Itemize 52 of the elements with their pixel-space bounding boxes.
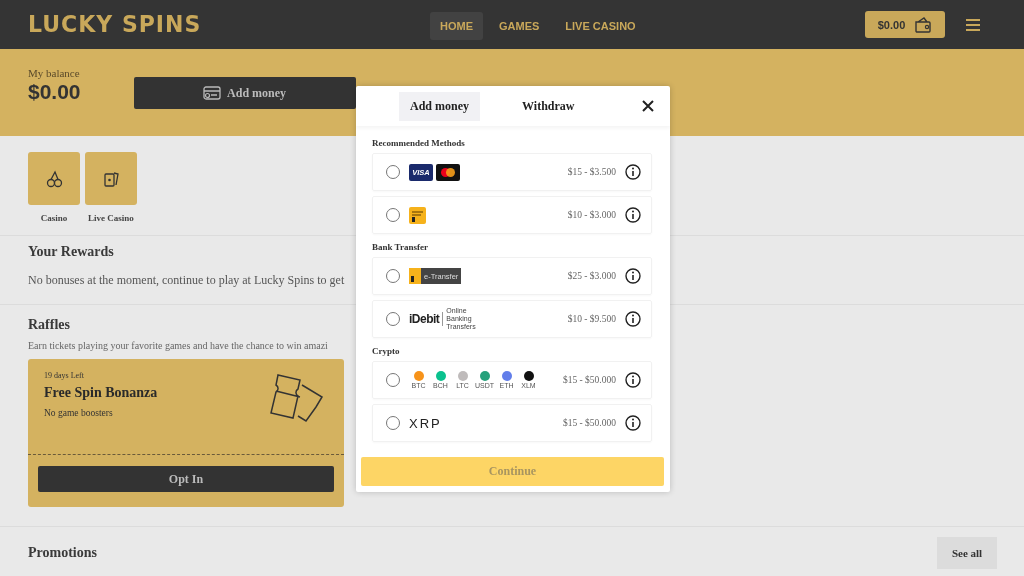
bank-logo-icon (409, 268, 421, 284)
bank-logo-icon (409, 206, 426, 224)
balance-amount: $0.00 (28, 80, 81, 104)
balance-label: My balance (28, 67, 80, 79)
days-left: 19 days Left (44, 371, 84, 380)
info-icon (625, 372, 641, 388)
payment-method-row[interactable]: XRP $15 - $50.000 (372, 404, 652, 442)
category-tile[interactable] (85, 152, 137, 205)
opt-in-button[interactable]: Opt In (38, 466, 334, 492)
boosters-text: No game boosters (44, 408, 113, 418)
category-label: Casino (40, 213, 68, 223)
add-money-button[interactable]: Add money (133, 77, 356, 109)
amount-range: $10 - $3.000 (567, 210, 616, 220)
nav-link[interactable]: GAMES (489, 12, 550, 40)
overlapping-circles-icon (436, 163, 460, 181)
amount-range: $25 - $3.000 (567, 271, 616, 281)
info-icon (625, 415, 641, 431)
section-title: Your Rewards (28, 244, 114, 260)
cherries-icon (45, 169, 63, 188)
coin-logo: XRP (409, 415, 442, 431)
category-label: Live Casino (88, 213, 134, 223)
amount-range: $15 - $3.500 (567, 167, 616, 177)
dialog-tab[interactable]: Withdraw (492, 91, 605, 121)
info-icon (625, 268, 641, 284)
section-heading: Crypto (372, 346, 401, 356)
site-logo[interactable]: LUCKY SPINS (28, 11, 428, 38)
see-all-button[interactable]: See all (937, 537, 997, 569)
amount-range: $15 - $50.000 (562, 418, 616, 428)
menu-icon (965, 17, 981, 32)
amount-range: $15 - $50.000 (562, 375, 616, 385)
wallet-icon (914, 16, 933, 33)
info-icon (625, 164, 641, 180)
raffle-title: Free Spin Bonanza (44, 385, 158, 401)
category-tile[interactable] (28, 152, 80, 205)
amount-range: $10 - $9.500 (567, 314, 616, 324)
nav-link[interactable]: LIVE CASINO (555, 12, 646, 40)
dialog-tab[interactable]: Add money (399, 91, 480, 121)
money-card-icon (203, 86, 222, 100)
section-heading: Recommended Methods (372, 138, 466, 148)
info-icon (625, 311, 641, 327)
section-title: Promotions (28, 545, 97, 561)
close-icon[interactable] (642, 100, 654, 112)
wallet-button[interactable]: $0.00 (865, 11, 945, 38)
nav-link[interactable]: HOME (430, 12, 483, 40)
rewards-text: No bonuses at the moment, continue to play at Lucky Spins to get (28, 273, 345, 288)
payment-method-row[interactable]: $10 - $3.000 (372, 196, 652, 234)
section-heading: Bank Transfer (372, 242, 429, 252)
section-title: Raffles (28, 317, 70, 333)
cards-icon (102, 169, 120, 188)
debit-logo: iDebit (409, 312, 444, 326)
raffles-text: Earn tickets playing your favorite games and have the chance to win amazi (28, 340, 328, 351)
info-icon (625, 207, 641, 223)
